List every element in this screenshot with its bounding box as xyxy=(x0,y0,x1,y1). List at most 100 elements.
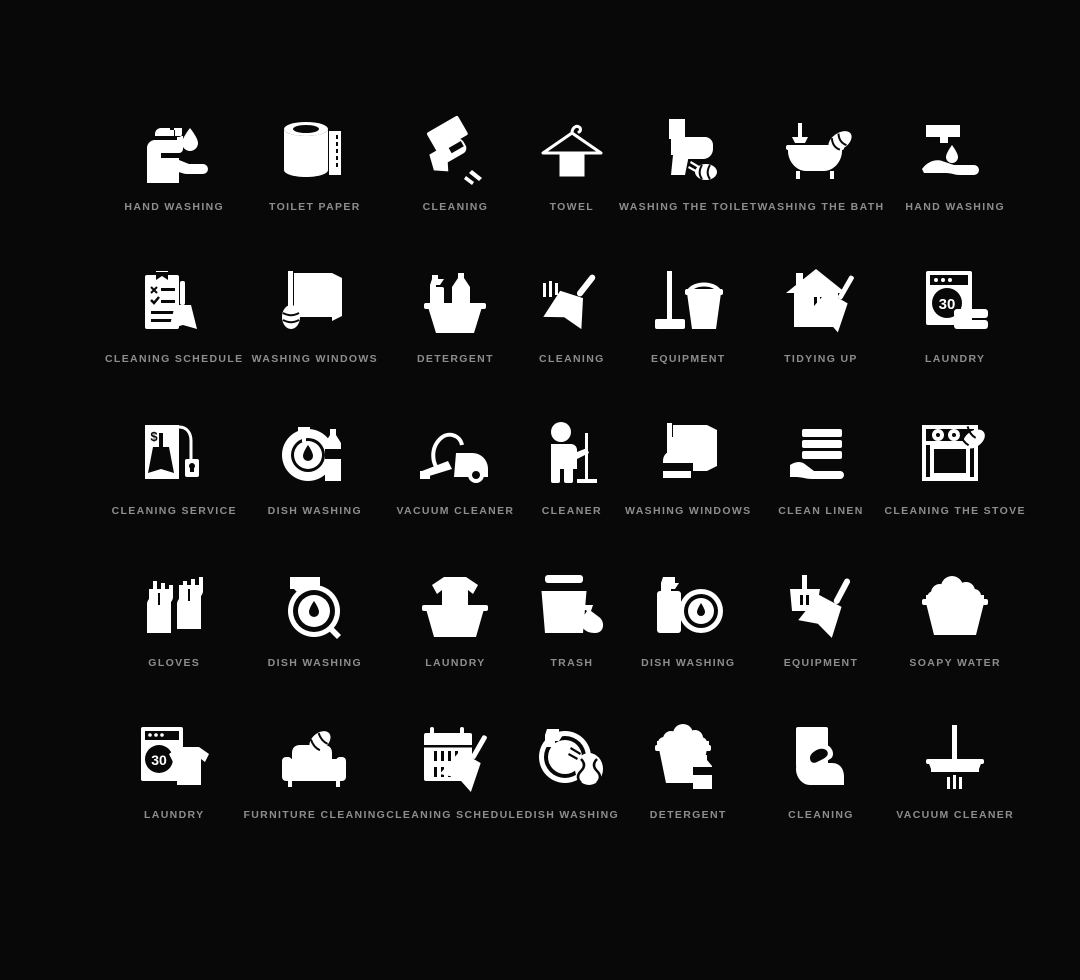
icon-cell[interactable]: CLEANING SCHEDULE xyxy=(105,264,243,416)
icon-cell[interactable]: DISH WASHING xyxy=(525,720,619,872)
washing-machine-tshirt-icon: 30 xyxy=(131,720,217,798)
icon-label: WASHING WINDOWS xyxy=(251,353,379,365)
icon-label: DISH WASHING xyxy=(267,505,363,517)
icon-cell[interactable]: WASHING THE TOILET xyxy=(619,112,757,264)
icon-cell[interactable]: DETERGENT xyxy=(619,720,757,872)
basin-with-bottles-icon xyxy=(412,264,498,342)
armchair-with-sponge-icon xyxy=(272,720,358,798)
stove-with-sponge-icon xyxy=(912,416,998,494)
icon-label: FURNITURE CLEANING xyxy=(243,809,387,821)
icon-label: CLEANING SCHEDULE xyxy=(105,353,244,365)
icon-cell[interactable]: CLEANER xyxy=(525,416,619,568)
hand-holding-linen-icon xyxy=(778,416,864,494)
icon-label: DETERGENT xyxy=(416,353,494,365)
plate-with-drop-icon xyxy=(272,568,358,646)
icon-cell[interactable]: WASHING WINDOWS xyxy=(619,416,757,568)
icon-label: TOILET PAPER xyxy=(269,201,361,213)
broom-sweeping-icon xyxy=(529,264,615,342)
window-with-sponge-icon xyxy=(272,264,358,342)
icon-cell[interactable]: TRASH xyxy=(525,568,619,720)
icon-label: WASHING WINDOWS xyxy=(625,505,752,517)
icon-label: DETERGENT xyxy=(649,809,727,821)
icon-cell[interactable]: SOAPY WATER xyxy=(884,568,1025,720)
icon-cell[interactable]: DISH WASHING xyxy=(243,416,386,568)
icon-label: LAUNDRY xyxy=(924,353,986,365)
icon-cell[interactable]: CLEANING xyxy=(525,264,619,416)
icon-cell[interactable]: CLEANING xyxy=(386,112,524,264)
icon-label: LAUNDRY xyxy=(144,809,205,821)
washing-machine-linen-icon: 30 xyxy=(912,264,998,342)
icon-label: CLEANING xyxy=(788,809,854,821)
svg-text:$: $ xyxy=(151,429,159,444)
icon-cell[interactable]: DISH WASHING xyxy=(619,568,757,720)
clipboard-checklist-broom-icon xyxy=(131,264,217,342)
icon-cell[interactable]: GLOVES xyxy=(105,568,243,720)
icon-cell[interactable]: TOILET PAPER xyxy=(243,112,386,264)
icon-label: CLEANING xyxy=(539,353,605,365)
icon-cell[interactable]: DISH WASHING xyxy=(243,568,386,720)
icon-label: WASHING THE BATH xyxy=(757,201,885,213)
icon-cell[interactable]: DETERGENT xyxy=(386,264,524,416)
icon-cell[interactable]: HAND WASHING xyxy=(105,112,243,264)
icon-cell[interactable]: 30 LAUNDRY xyxy=(105,720,243,872)
plate-and-sponge-icon xyxy=(529,720,615,798)
faucet-hand-water-icon xyxy=(912,112,998,190)
icon-label: VACUUM CLEANER xyxy=(896,809,1015,821)
icon-cell[interactable]: CLEANING SCHEDULE xyxy=(386,720,524,872)
icon-label: TIDYING UP xyxy=(784,353,858,365)
icon-cell[interactable]: CLEANING THE STOVE xyxy=(884,416,1025,568)
icon-label: CLEANING SCHEDULE xyxy=(386,809,525,821)
icon-label: HAND WASHING xyxy=(905,201,1005,213)
trash-can-with-bag-icon xyxy=(529,568,615,646)
icon-cell[interactable]: 30 LAUNDRY xyxy=(884,264,1025,416)
icon-label: VACUUM CLEANER xyxy=(396,505,515,517)
icon-label: EQUIPMENT xyxy=(650,353,726,365)
icon-label: HAND WASHING xyxy=(124,201,225,213)
floor-squeegee-icon xyxy=(912,720,998,798)
foam-bucket-bottle-icon xyxy=(645,720,731,798)
calendar-with-broom-icon xyxy=(412,720,498,798)
icon-cell[interactable]: HAND WASHING xyxy=(884,112,1025,264)
icon-label: CLEANING THE STOVE xyxy=(884,505,1026,517)
icon-label: CLEANING SERVICE xyxy=(111,505,237,517)
icon-label: DISH WASHING xyxy=(267,657,363,669)
icon-label: DISH WASHING xyxy=(524,809,620,821)
toilet-paper-roll-icon xyxy=(272,112,358,190)
icon-label: CLEANER xyxy=(541,505,602,517)
vacuum-cleaner-icon xyxy=(412,416,498,494)
icon-cell[interactable]: $ CLEANING SERVICE xyxy=(105,416,243,568)
icon-cell[interactable]: TOWEL xyxy=(525,112,619,264)
icon-label: WASHING THE TOILET xyxy=(619,201,758,213)
icon-cell[interactable]: EQUIPMENT xyxy=(757,568,884,720)
icon-cell[interactable]: FURNITURE CLEANING xyxy=(243,720,386,872)
basin-with-foam-icon xyxy=(912,568,998,646)
icon-label: CLEANING xyxy=(422,201,489,213)
rubber-gloves-icon xyxy=(131,568,217,646)
icon-label: DISH WASHING xyxy=(641,657,736,669)
hand-wiping-cloth-icon xyxy=(778,720,864,798)
toilet-with-sponge-icon xyxy=(645,112,731,190)
icon-cell[interactable]: VACUUM CLEANER xyxy=(386,416,524,568)
plate-and-bottle-icon xyxy=(272,416,358,494)
mop-and-bucket-icon xyxy=(645,264,731,342)
icon-cell[interactable]: CLEANING xyxy=(757,720,884,872)
towel-on-hanger-icon xyxy=(529,112,615,190)
price-tag-broom-icon: $ xyxy=(131,416,217,494)
soap-dispenser-hand-icon xyxy=(131,112,217,190)
icon-cell[interactable]: CLEAN LINEN xyxy=(757,416,884,568)
icon-cell[interactable]: WASHING WINDOWS xyxy=(243,264,386,416)
window-with-spray-icon xyxy=(645,416,731,494)
icon-cell[interactable]: VACUUM CLEANER xyxy=(884,720,1025,872)
person-with-mop-icon xyxy=(529,416,615,494)
icon-cell[interactable]: LAUNDRY xyxy=(386,568,524,720)
program-number: 30 xyxy=(939,296,956,313)
icon-cell[interactable]: EQUIPMENT xyxy=(619,264,757,416)
icon-label: LAUNDRY xyxy=(425,657,486,669)
icon-label: GLOVES xyxy=(148,657,201,669)
dustpan-and-brush-icon xyxy=(778,568,864,646)
tshirt-in-basin-icon xyxy=(412,568,498,646)
icon-cell[interactable]: TIDYING UP xyxy=(757,264,884,416)
icon-cell[interactable]: WASHING THE BATH xyxy=(757,112,884,264)
icon-label: TRASH xyxy=(550,657,594,669)
icon-sheet: HAND WASHING TOILET PAPER CLEANING TOWEL… xyxy=(0,0,1080,980)
